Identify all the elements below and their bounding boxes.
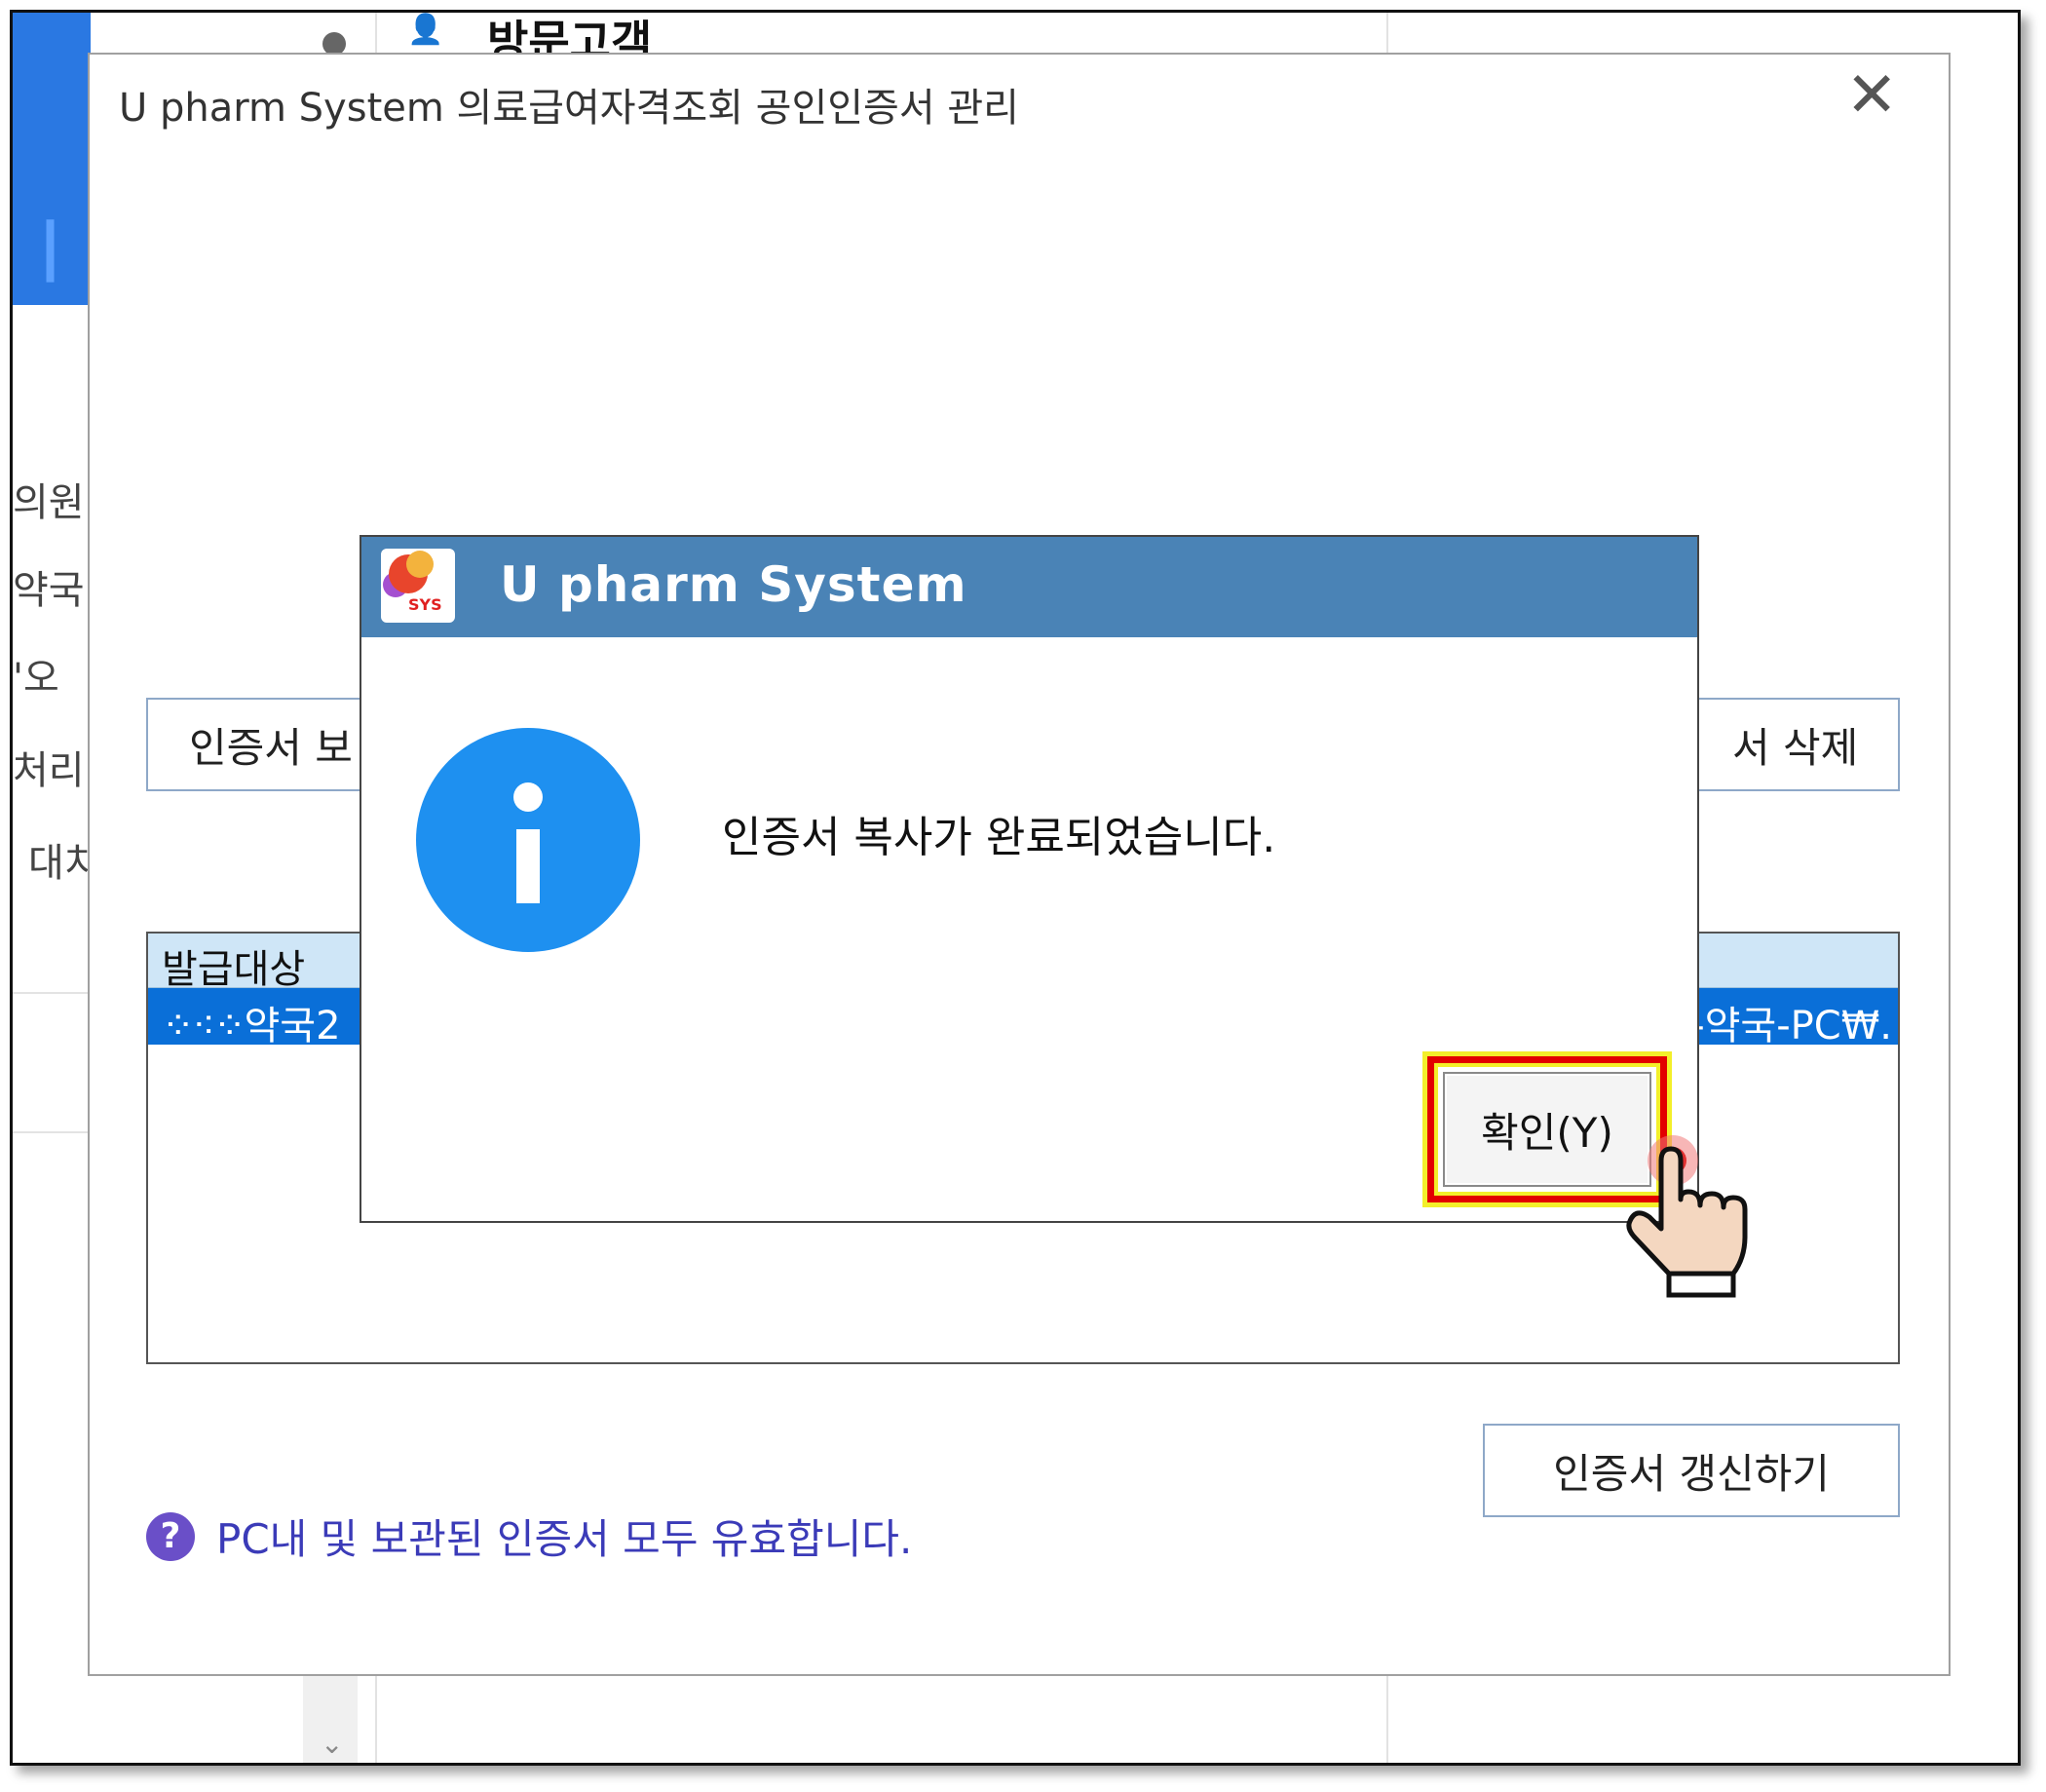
user-avatar-icon: 👤 — [407, 13, 444, 47]
row-cell-target: ⁘⁖⁘약국2 — [162, 1004, 341, 1049]
column-header-target: 발급대상 — [162, 947, 306, 992]
cert-delete-label: 서 삭제 — [1732, 723, 1859, 772]
ok-button[interactable]: 확인(Y) — [1443, 1072, 1651, 1187]
help-line: ? PC내 및 보관된 인증서 모두 유효합니다. — [146, 1506, 912, 1566]
background-left-item: 약국 — [13, 568, 85, 613]
background-left-item: '오 — [13, 656, 59, 701]
background-divider — [13, 1131, 91, 1133]
question-icon[interactable]: ? — [146, 1511, 195, 1561]
scroll-down-icon[interactable]: ⌄ — [321, 1728, 343, 1760]
app-logo-icon: SYS — [381, 549, 455, 623]
ok-button-label: 확인(Y) — [1481, 1108, 1613, 1157]
info-dialog: SYS U pharm System 인증서 복사가 완료되었습니다. 확인(Y… — [360, 535, 1699, 1223]
dialog-titlebar[interactable]: SYS U pharm System — [361, 537, 1697, 637]
background-divider — [13, 992, 91, 994]
row-cell-path: -약국-PC₩. — [1690, 1004, 1892, 1049]
help-text: PC내 및 보관된 인증서 모두 유효합니다. — [216, 1515, 913, 1563]
background-header — [305, 13, 1377, 52]
dialog-message: 인증서 복사가 완료되었습니다. — [722, 813, 1276, 862]
cert-renew-label: 인증서 갱신하기 — [1553, 1449, 1830, 1498]
close-icon[interactable]: ✕ — [1845, 64, 1898, 127]
background-left-item: 의원 — [13, 480, 85, 525]
window-title: U pharm System 의료급여자격조회 공인인증서 관리 — [119, 86, 1019, 131]
dialog-title: U pharm System — [500, 556, 967, 613]
cert-delete-button[interactable]: 서 삭제 — [1689, 698, 1900, 791]
screenshot-frame: ㅣㄷ 👤 방문고객 의원 약국 '오 처리 대치 ⌄ U pharm Syste… — [10, 10, 2021, 1766]
cert-renew-button[interactable]: 인증서 갱신하기 — [1483, 1424, 1900, 1517]
info-icon — [416, 728, 640, 952]
cert-storage-label: 인증서 보 — [189, 723, 353, 772]
background-left-item: 처리 — [13, 748, 85, 793]
pointer-hand-icon — [1626, 1135, 1748, 1298]
